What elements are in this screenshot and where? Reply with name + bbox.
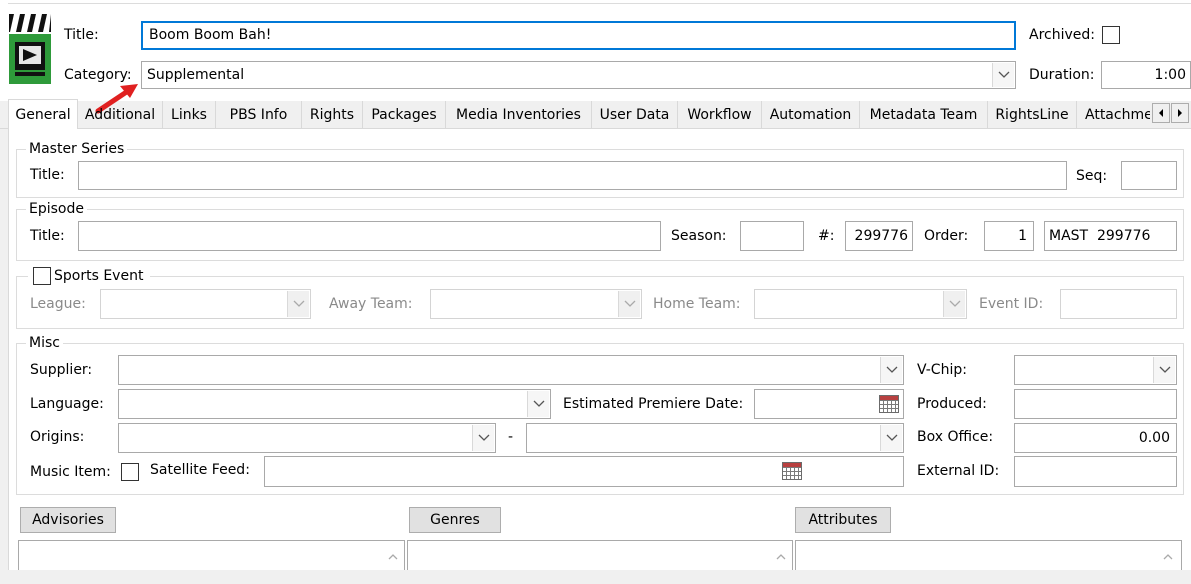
external-id-label: External ID:	[917, 463, 1000, 479]
home-team-select[interactable]	[754, 289, 967, 319]
tab-rights[interactable]: Rights	[302, 101, 363, 129]
archived-label: Archived:	[1029, 27, 1095, 43]
chevron-up-icon[interactable]	[776, 553, 786, 560]
chevron-up-icon[interactable]	[1163, 553, 1173, 560]
seq-label: Seq:	[1076, 168, 1108, 184]
misc-legend: Misc	[26, 334, 63, 352]
advisories-button[interactable]: Advisories	[20, 507, 116, 533]
away-team-select[interactable]	[430, 289, 642, 319]
order-label: Order:	[924, 228, 969, 244]
master-series-title-input[interactable]	[78, 161, 1067, 190]
tab-rightsline[interactable]: RightsLine	[988, 101, 1077, 129]
triangle-left-icon	[1159, 109, 1163, 117]
chevron-down-icon[interactable]	[1153, 357, 1175, 383]
vchip-label: V-Chip:	[917, 362, 967, 378]
event-id-input[interactable]	[1060, 289, 1177, 319]
sports-event-legend: Sports Event	[54, 268, 144, 284]
title-label: Title:	[64, 27, 99, 43]
episode-number-input[interactable]: 299776	[845, 221, 913, 251]
advisories-list[interactable]	[18, 540, 405, 574]
away-team-label: Away Team:	[329, 296, 413, 312]
tab-media-inventories[interactable]: Media Inventories	[446, 101, 592, 129]
genres-button[interactable]: Genres	[409, 507, 501, 533]
calendar-icon[interactable]	[879, 395, 899, 413]
supplier-select[interactable]	[118, 355, 904, 385]
genres-list[interactable]	[407, 540, 793, 574]
vchip-select[interactable]	[1014, 355, 1177, 385]
home-team-label: Home Team:	[653, 296, 741, 312]
origins-separator: -	[508, 429, 514, 445]
league-label: League:	[30, 296, 86, 312]
order-input[interactable]: 1	[984, 221, 1034, 251]
origins-from-select[interactable]	[118, 423, 496, 453]
archived-checkbox[interactable]	[1102, 26, 1120, 44]
chevron-down-icon[interactable]	[527, 391, 549, 417]
chevron-down-icon[interactable]	[880, 357, 902, 383]
chevron-down-icon[interactable]	[943, 291, 965, 317]
category-select-value: Supplemental	[147, 67, 245, 83]
episode-legend: Episode	[26, 200, 87, 218]
season-input[interactable]	[740, 221, 804, 251]
tab-automation[interactable]: Automation	[762, 101, 860, 129]
episode-number-label: #:	[818, 228, 835, 244]
chevron-down-icon[interactable]	[618, 291, 640, 317]
chevron-down-icon[interactable]	[880, 425, 902, 451]
sports-event-checkbox[interactable]	[33, 267, 51, 285]
satellite-feed-label: Satellite Feed:	[150, 462, 250, 478]
tab-workflow[interactable]: Workflow	[678, 101, 762, 129]
tab-attachments[interactable]: Attachme	[1077, 101, 1150, 129]
supplier-label: Supplier:	[30, 362, 93, 378]
estimated-premiere-date-label: Estimated Premiere Date:	[563, 396, 744, 412]
tab-scroll-left-button[interactable]	[1152, 103, 1170, 123]
chevron-up-icon[interactable]	[388, 553, 398, 560]
chevron-down-icon[interactable]	[287, 291, 309, 317]
box-office-label: Box Office:	[917, 429, 994, 445]
origins-to-select[interactable]	[526, 423, 904, 453]
season-label: Season:	[671, 228, 727, 244]
music-item-label: Music Item:	[30, 464, 111, 480]
bottom-strip	[0, 570, 1191, 584]
tab-packages[interactable]: Packages	[363, 101, 446, 129]
origins-label: Origins:	[30, 429, 85, 445]
triangle-right-icon	[1178, 109, 1182, 117]
league-select[interactable]	[100, 289, 311, 319]
clapperboard-tv-icon	[8, 12, 52, 86]
produced-label: Produced:	[917, 396, 987, 412]
tab-pbs-info[interactable]: PBS Info	[216, 101, 302, 129]
chevron-down-icon[interactable]	[472, 425, 494, 451]
box-office-input[interactable]: 0.00	[1014, 423, 1177, 453]
external-id-input[interactable]	[1014, 456, 1177, 487]
episode-code-input[interactable]: MAST 299776	[1044, 221, 1177, 251]
event-id-label: Event ID:	[979, 296, 1044, 312]
attributes-list[interactable]	[795, 540, 1182, 574]
title-input[interactable]: Boom Boom Bah!	[141, 21, 1016, 50]
attributes-button[interactable]: Attributes	[795, 507, 891, 533]
episode-title-input[interactable]	[78, 221, 661, 251]
duration-input[interactable]: 1:00	[1101, 61, 1191, 89]
language-label: Language:	[30, 396, 104, 412]
top-divider	[8, 3, 1191, 4]
master-series-title-label: Title:	[30, 167, 65, 183]
episode-title-label: Title:	[30, 228, 65, 244]
tab-scroll-right-button[interactable]	[1171, 103, 1189, 123]
category-select[interactable]: Supplemental	[141, 61, 1016, 89]
duration-label: Duration:	[1029, 67, 1095, 83]
master-series-legend: Master Series	[26, 140, 128, 158]
music-item-checkbox[interactable]	[121, 463, 139, 481]
tab-links[interactable]: Links	[163, 101, 216, 129]
calendar-icon[interactable]	[782, 462, 802, 480]
chevron-down-icon[interactable]	[992, 63, 1014, 87]
seq-input[interactable]	[1121, 161, 1177, 190]
tab-metadata-team[interactable]: Metadata Team	[860, 101, 988, 129]
tab-user-data[interactable]: User Data	[592, 101, 678, 129]
language-select[interactable]	[118, 389, 551, 419]
tab-additional[interactable]: Additional	[78, 101, 163, 129]
satellite-feed-input[interactable]	[264, 456, 904, 487]
produced-input[interactable]	[1014, 389, 1177, 419]
tab-general[interactable]: General	[8, 99, 78, 130]
